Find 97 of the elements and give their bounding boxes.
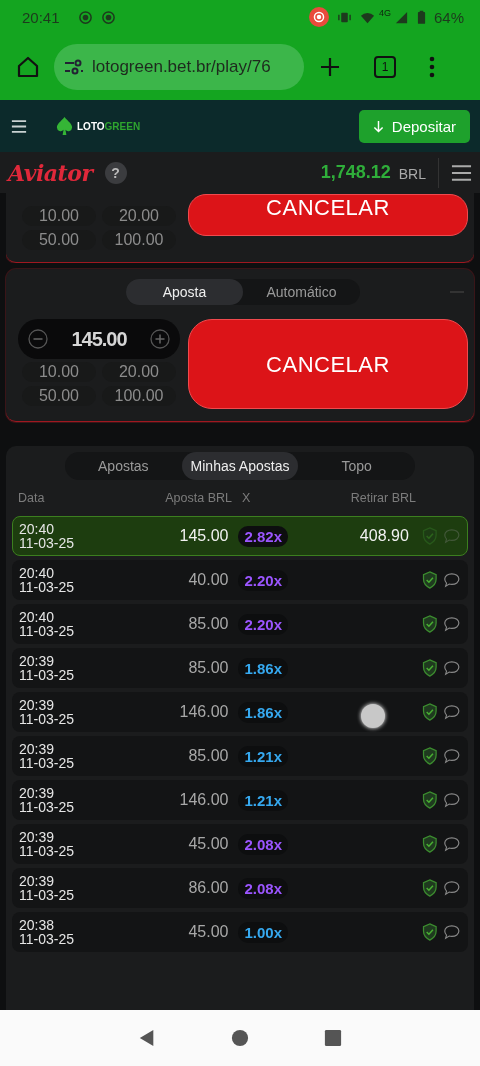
bet-amount: 145.00: [178, 527, 229, 545]
battery-icon: [416, 9, 426, 25]
column-header: Data: [18, 491, 46, 505]
shield-check-icon[interactable]: [420, 615, 439, 633]
bet-datetime: 20:39 11-03-25: [19, 654, 75, 682]
tab-count-button[interactable]: 1: [374, 56, 396, 78]
shield-check-icon[interactable]: [420, 571, 439, 589]
record-icon: [77, 9, 93, 25]
bet-datetime: 20:39 11-03-25: [19, 786, 75, 814]
cancel-button[interactable]: CANCELAR: [188, 194, 468, 236]
battery-level: 64%: [433, 8, 464, 26]
bet-amount: 85.00: [187, 615, 229, 633]
multiplier-value: 2.08x: [244, 880, 282, 896]
site-logo: LOTOGREEN: [77, 120, 141, 132]
help-button[interactable]: ?: [104, 161, 127, 184]
amount-chip[interactable]: 50.00: [22, 230, 96, 250]
amount-chip[interactable]: 10.00: [22, 206, 96, 226]
cancel-button[interactable]: CANCELAR: [188, 319, 468, 409]
bet-amount: 45.00: [187, 923, 229, 941]
bet-datetime: 20:38 11-03-25: [19, 918, 75, 946]
bet-mode-tab[interactable]: Aposta: [126, 279, 243, 305]
bet-datetime: 20:40 11-03-25: [19, 522, 75, 550]
home-button-icon[interactable]: [231, 1029, 249, 1047]
shield-check-icon[interactable]: [420, 659, 439, 677]
chat-bubble-icon[interactable]: [443, 659, 462, 677]
amount-chip[interactable]: 100.00: [102, 230, 176, 250]
new-tab-icon[interactable]: [318, 55, 342, 79]
bet-datetime: 20:39 11-03-25: [19, 698, 75, 726]
balance-currency: BRL: [398, 166, 426, 182]
bet-amount-field[interactable]: 145.00: [18, 319, 180, 359]
amount-chip[interactable]: 10.00: [22, 362, 96, 382]
network-type: 4G: [378, 8, 391, 18]
history-tab[interactable]: Topo: [298, 452, 415, 480]
bet-datetime: 20:40 11-03-25: [19, 566, 75, 594]
shield-check-icon[interactable]: [420, 879, 439, 897]
shield-check-icon[interactable]: [420, 791, 439, 809]
multiplier-value: 2.82x: [244, 528, 282, 544]
shield-check-icon[interactable]: [420, 923, 439, 941]
balance-amount: 1,748.12: [320, 162, 391, 183]
column-header: Retirar BRL: [349, 491, 416, 505]
shield-check-icon[interactable]: [420, 747, 439, 765]
bet-amount: 45.00: [187, 835, 229, 853]
chat-bubble-icon[interactable]: [443, 703, 462, 721]
multiplier-value: 1.21x: [244, 792, 282, 808]
recents-icon[interactable]: [324, 1029, 343, 1047]
bet-amount: 40.00: [187, 571, 229, 589]
bet-mode-tab[interactable]: Automático: [243, 279, 360, 305]
shield-check-icon[interactable]: [420, 527, 439, 545]
multiplier-value: 2.20x: [244, 572, 282, 588]
menu-icon[interactable]: [451, 164, 472, 181]
chat-bubble-icon[interactable]: [443, 879, 462, 897]
multiplier-value: 2.20x: [244, 616, 282, 632]
address-bar[interactable]: lotogreen.bet.br/play/76: [54, 44, 304, 90]
site-settings-icon[interactable]: [64, 59, 84, 75]
deposit-button[interactable]: Depositar: [358, 109, 470, 143]
chat-bubble-icon[interactable]: [443, 923, 462, 941]
chat-bubble-icon[interactable]: [443, 791, 462, 809]
bet-amount: 146.00: [178, 791, 229, 809]
history-tab[interactable]: Apostas: [65, 452, 182, 480]
bet-datetime: 20:39 11-03-25: [19, 742, 75, 770]
amount-chip[interactable]: 20.00: [102, 362, 176, 382]
plus-icon[interactable]: [150, 329, 170, 349]
more-menu-icon[interactable]: [428, 55, 436, 79]
cashout-amount: 408.90: [359, 527, 409, 544]
history-tab[interactable]: Minhas Apostas: [181, 452, 299, 480]
bet-amount: 85.00: [187, 659, 229, 677]
spade-logo-icon: [55, 115, 74, 137]
bet-datetime: 20:39 11-03-25: [19, 874, 75, 902]
shield-check-icon[interactable]: [420, 703, 439, 721]
chat-bubble-icon[interactable]: [443, 615, 462, 633]
record-icon: [100, 9, 116, 25]
shield-check-icon[interactable]: [420, 835, 439, 853]
amount-chip[interactable]: 20.00: [102, 206, 176, 226]
game-logo: Aviator: [8, 159, 93, 186]
amount-chip[interactable]: 50.00: [22, 386, 96, 406]
multiplier-value: 1.86x: [244, 704, 282, 720]
bet-amount: 146.00: [178, 703, 229, 721]
column-header: X: [241, 491, 252, 505]
home-icon[interactable]: [16, 55, 40, 79]
status-time: 20:41: [22, 8, 60, 26]
bet-amount: 86.00: [187, 879, 229, 897]
chat-bubble-icon[interactable]: [443, 835, 462, 853]
column-header: Aposta BRL: [164, 491, 232, 505]
chat-bubble-icon[interactable]: [443, 747, 462, 765]
multiplier-value: 2.08x: [244, 836, 282, 852]
multiplier-value: 1.21x: [244, 748, 282, 764]
multiplier-value: 1.00x: [244, 924, 282, 940]
arrow-down-icon: [372, 119, 384, 133]
chat-bubble-icon[interactable]: [443, 571, 462, 589]
bet-datetime: 20:40 11-03-25: [19, 610, 75, 638]
minus-icon[interactable]: [28, 329, 48, 349]
amount-chip[interactable]: 100.00: [102, 386, 176, 406]
screen-record-icon: [308, 7, 329, 27]
menu-icon[interactable]: [11, 119, 27, 133]
multiplier-value: 1.86x: [244, 660, 282, 676]
bet-datetime: 20:39 11-03-25: [19, 830, 75, 858]
bet-amount: 85.00: [187, 747, 229, 765]
